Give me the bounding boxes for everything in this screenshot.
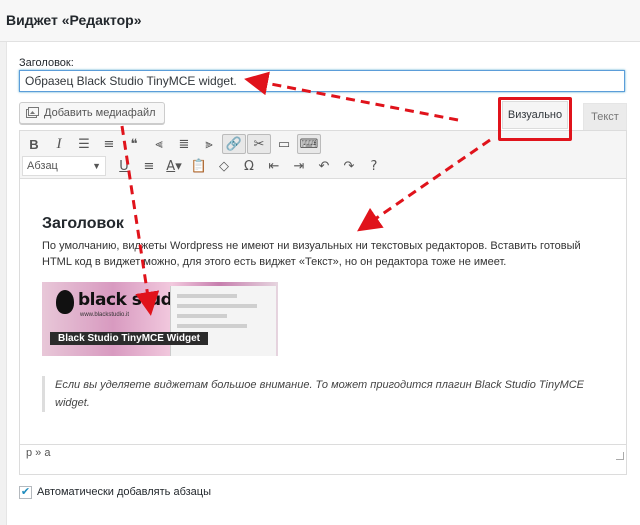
- editor-content[interactable]: Заголовок По умолчанию, виджеты Wordpres…: [20, 180, 626, 444]
- align-left-icon[interactable]: ⫷: [147, 134, 171, 154]
- image-line: [177, 324, 247, 328]
- undo-icon[interactable]: ↶: [312, 156, 336, 176]
- title-label: Заголовок:: [19, 57, 74, 69]
- help-icon[interactable]: ?: [362, 156, 386, 176]
- format-select-value: Абзац: [27, 160, 58, 172]
- chevron-down-icon: ▼: [92, 161, 101, 171]
- add-media-label: Добавить медиафайл: [44, 107, 156, 119]
- align-right-icon[interactable]: ⫸: [197, 134, 221, 154]
- content-blockquote: Если вы уделяете виджетам большое вниман…: [42, 376, 602, 412]
- link-icon[interactable]: 🔗: [222, 134, 246, 154]
- tab-visual-highlight: [498, 97, 572, 141]
- redo-icon[interactable]: ↷: [337, 156, 361, 176]
- widget-header: Виджет «Редактор»: [0, 0, 640, 42]
- italic-icon[interactable]: I: [47, 134, 71, 154]
- special-char-icon[interactable]: Ω: [237, 156, 261, 176]
- auto-paragraph-checkbox[interactable]: ✔: [19, 486, 32, 499]
- content-image[interactable]: black studio www.blackstudio.it Black St…: [42, 282, 278, 356]
- image-line: [177, 304, 257, 308]
- format-select[interactable]: Абзац ▼: [22, 156, 106, 176]
- indent-icon[interactable]: ⇥: [287, 156, 311, 176]
- bullet-list-icon[interactable]: ☰: [72, 134, 96, 154]
- add-media-button[interactable]: Добавить медиафайл: [19, 102, 165, 124]
- editor: B I ☰ ≡ ❝ ⫷ ≣ ⫸ 🔗 ✂ ▭ ⌨ Абзац ▼ U ≡ A ▾ …: [19, 130, 627, 475]
- toolbar-toggle-icon[interactable]: ⌨: [297, 134, 321, 154]
- clear-format-icon[interactable]: ◇: [212, 156, 236, 176]
- numbered-list-icon[interactable]: ≡: [97, 134, 121, 154]
- read-more-icon[interactable]: ▭: [272, 134, 296, 154]
- black-studio-logo-icon: [56, 290, 74, 314]
- bold-icon[interactable]: B: [22, 134, 46, 154]
- content-heading: Заголовок: [42, 215, 124, 232]
- blockquote-icon[interactable]: ❝: [122, 134, 146, 154]
- justify-icon[interactable]: ≡: [137, 156, 161, 176]
- unlink-icon[interactable]: ✂: [247, 134, 271, 154]
- element-path[interactable]: p » a: [26, 447, 50, 459]
- toolbar-row-2: Абзац ▼ U ≡ A ▾ 📋 ◇ Ω ⇤ ⇥ ↶ ↷ ?: [22, 155, 387, 177]
- outdent-icon[interactable]: ⇤: [262, 156, 286, 176]
- image-line: [177, 294, 237, 298]
- content-paragraph: По умолчанию, виджеты Wordpress не имеют…: [42, 240, 581, 268]
- tab-text[interactable]: Текст: [583, 103, 627, 131]
- align-center-icon[interactable]: ≣: [172, 134, 196, 154]
- auto-paragraph-label: Автоматически добавлять абзацы: [37, 486, 211, 498]
- paste-text-icon[interactable]: 📋: [187, 156, 211, 176]
- image-logo-sub: www.blackstudio.it: [80, 312, 130, 318]
- toolbar-row-1: B I ☰ ≡ ❝ ⫷ ≣ ⫸ 🔗 ✂ ▭ ⌨: [22, 133, 322, 155]
- title-input[interactable]: [19, 70, 625, 92]
- image-caption: Black Studio TinyMCE Widget: [50, 332, 208, 345]
- image-screenshot: [170, 286, 276, 356]
- text-color-icon[interactable]: A ▾: [162, 156, 186, 176]
- widget-title: Виджет «Редактор»: [6, 12, 142, 28]
- image-line: [177, 314, 227, 318]
- media-icon: [26, 107, 39, 118]
- editor-status-bar: p » a: [20, 444, 626, 462]
- underline-icon[interactable]: U: [112, 156, 136, 176]
- resize-handle-icon[interactable]: [616, 452, 624, 460]
